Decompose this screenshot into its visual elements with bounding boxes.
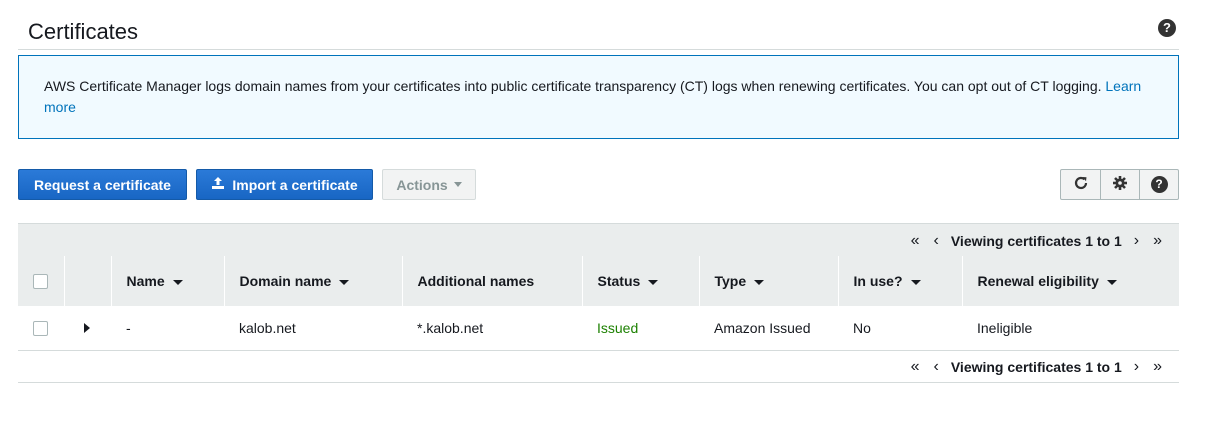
import-certificate-label: Import a certificate (232, 176, 358, 193)
sort-caret-icon[interactable] (172, 279, 183, 285)
pagination-text: Viewing certificates 1 to 1 (950, 232, 1122, 249)
table-header-row: Name Domain name Additional names Status… (18, 256, 1179, 306)
row-expand-cell (64, 306, 111, 351)
ct-logging-info-alert: AWS Certificate Manager logs domain name… (18, 55, 1179, 139)
column-label: Status (597, 273, 641, 289)
certificates-grid: Name Domain name Additional names Status… (18, 256, 1179, 351)
settings-button[interactable] (1100, 170, 1139, 199)
last-page-button[interactable]: » (1146, 358, 1169, 376)
column-label: Name (126, 273, 165, 289)
row-checkbox[interactable] (33, 321, 48, 337)
gear-icon (1112, 175, 1128, 194)
status-badge: Issued (582, 306, 699, 351)
info-text: AWS Certificate Manager logs domain name… (44, 78, 1106, 94)
sort-caret-icon[interactable] (1106, 279, 1117, 285)
sort-caret-icon[interactable] (754, 279, 765, 285)
refresh-icon (1073, 175, 1089, 194)
column-header-renewal[interactable]: Renewal eligibility (961, 256, 1179, 306)
cell-in-use: No (838, 306, 962, 351)
table-help-button[interactable]: ? (1139, 170, 1178, 199)
sort-caret-icon[interactable] (339, 279, 350, 285)
expand-row-icon[interactable] (84, 322, 90, 333)
column-header-domain[interactable]: Domain name (223, 256, 402, 306)
table-tools: ? (1060, 169, 1179, 200)
cell-domain: kalob.net (224, 306, 402, 351)
next-page-button[interactable]: › (1127, 358, 1146, 376)
last-page-button[interactable]: » (1146, 232, 1169, 250)
actions-label: Actions (396, 176, 448, 193)
request-certificate-button[interactable]: Request a certificate (18, 169, 187, 200)
column-header-in-use[interactable]: In use? (837, 256, 962, 306)
select-all-header (18, 256, 64, 306)
actions-dropdown[interactable]: Actions (382, 169, 476, 200)
column-header-type[interactable]: Type (698, 256, 838, 306)
question-circle-icon: ? (1150, 176, 1168, 193)
expand-header (63, 256, 111, 306)
prev-page-button[interactable]: ‹ (927, 232, 946, 250)
cell-type: Amazon Issued (699, 306, 838, 351)
select-all-checkbox[interactable] (33, 274, 48, 290)
help-icon[interactable]: ? (1158, 19, 1176, 37)
table-row[interactable]: - kalob.net *.kalob.net Issued Amazon Is… (18, 306, 1179, 351)
import-certificate-button[interactable]: Import a certificate (196, 169, 373, 200)
pagination-text: Viewing certificates 1 to 1 (950, 359, 1122, 375)
certificates-table: « ‹ Viewing certificates 1 to 1 › » Name… (18, 223, 1179, 383)
column-header-status[interactable]: Status (581, 256, 699, 306)
column-label: In use? (853, 273, 903, 289)
first-page-button[interactable]: « (904, 358, 927, 376)
first-page-button[interactable]: « (904, 232, 927, 250)
cell-additional: *.kalob.net (402, 306, 582, 351)
sort-caret-icon[interactable] (910, 279, 921, 285)
column-header-name[interactable]: Name (110, 256, 224, 306)
next-page-button[interactable]: › (1127, 232, 1146, 250)
refresh-button[interactable] (1061, 170, 1100, 199)
column-label: Type (714, 273, 747, 289)
prev-page-button[interactable]: ‹ (927, 358, 946, 376)
chevron-down-icon (453, 182, 462, 187)
cell-name: - (111, 306, 224, 351)
column-header-additional: Additional names (401, 256, 582, 306)
cell-renewal: Ineligible (962, 306, 1179, 351)
row-select-cell (18, 306, 64, 351)
column-label: Domain name (239, 273, 332, 289)
column-label: Additional names (417, 273, 535, 289)
column-label: Renewal eligibility (977, 273, 1099, 289)
upload-icon (211, 176, 225, 193)
page-header: Certificates ? (18, 14, 1179, 50)
pagination-top: « ‹ Viewing certificates 1 to 1 › » (18, 223, 1179, 256)
page-title: Certificates (28, 19, 139, 44)
sort-caret-icon[interactable] (648, 279, 659, 285)
pagination-bottom: « ‹ Viewing certificates 1 to 1 › » (18, 351, 1179, 383)
